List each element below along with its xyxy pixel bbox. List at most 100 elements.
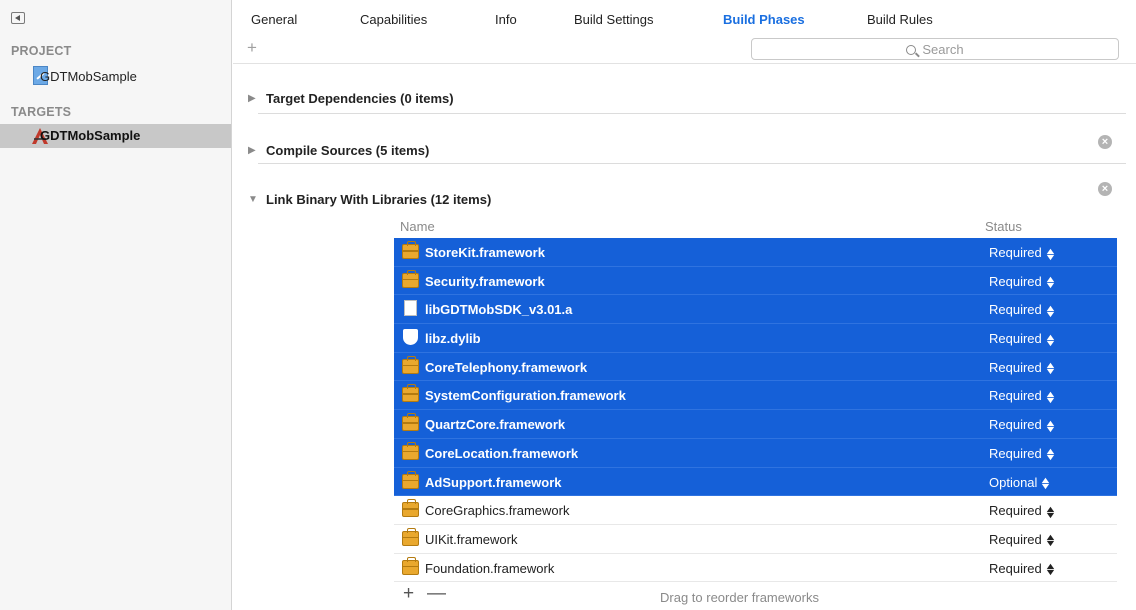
drag-hint-text: Drag to reorder frameworks xyxy=(660,590,819,605)
sidebar-toggle-icon[interactable] xyxy=(11,12,25,24)
framework-icon xyxy=(402,527,419,546)
phase-header[interactable]: ▼ Link Binary With Libraries (12 items) xyxy=(248,190,491,208)
status-popup[interactable]: Optional ▲ ▼ xyxy=(989,474,1053,492)
column-header-status[interactable]: Status xyxy=(985,219,1022,234)
status-popup[interactable]: Required ▲ ▼ xyxy=(989,445,1057,463)
framework-icon xyxy=(402,499,419,518)
tab-build-settings[interactable]: Build Settings xyxy=(574,12,654,27)
phase-title: Target Dependencies (0 items) xyxy=(266,90,454,106)
table-row[interactable]: libz.dylib Required ▲ ▼ xyxy=(394,324,1117,353)
target-item-label: GDTMobSample xyxy=(40,128,141,143)
project-item-label: GDTMobSample xyxy=(40,69,137,84)
tab-build-phases[interactable]: Build Phases xyxy=(723,12,805,27)
project-heading: PROJECT xyxy=(11,44,72,58)
table-row[interactable]: UIKit.framework Required ▲ ▼ xyxy=(394,525,1117,554)
status-value: Required xyxy=(989,302,1042,318)
up-down-chevron-icon: ▲ ▼ xyxy=(1043,417,1057,434)
framework-icon xyxy=(402,413,419,432)
status-popup[interactable]: Required ▲ ▼ xyxy=(989,245,1057,262)
add-build-phase-button[interactable]: + xyxy=(247,38,257,58)
library-name: CoreGraphics.framework xyxy=(425,503,570,519)
libraries-table: Name Status StoreKit.framework Required ▲ ▼… xyxy=(394,214,1117,583)
add-library-button[interactable]: + xyxy=(403,583,414,605)
table-header: Name Status xyxy=(394,214,1117,238)
phase-title: Link Binary With Libraries (12 items) xyxy=(266,191,492,207)
up-down-chevron-icon: ▲ ▼ xyxy=(1043,274,1057,291)
library-name: UIKit.framework xyxy=(425,531,518,547)
phase-header[interactable]: ▶ Compile Sources (5 items) xyxy=(248,141,429,159)
disclosure-triangle-expanded-icon[interactable]: ▼ xyxy=(248,194,266,205)
project-item[interactable]: GDTMobSample xyxy=(0,65,231,89)
divider xyxy=(258,113,1126,114)
disclosure-triangle-collapsed-icon[interactable]: ▶ xyxy=(248,93,266,104)
tab-build-rules[interactable]: Build Rules xyxy=(867,12,933,27)
up-down-chevron-icon: ▲ ▼ xyxy=(1043,532,1057,549)
remove-phase-icon[interactable]: × xyxy=(1098,135,1112,149)
status-popup[interactable]: Required ▲ ▼ xyxy=(989,531,1057,549)
tab-info[interactable]: Info xyxy=(495,12,517,27)
target-item[interactable]: GDTMobSample xyxy=(0,124,231,148)
table-row[interactable]: libGDTMobSDK_v3.01.a Required ▲ ▼ xyxy=(394,295,1117,325)
library-name: Security.framework xyxy=(425,273,545,289)
table-body: StoreKit.framework Required ▲ ▼ Security.fra… xyxy=(394,238,1117,583)
table-row[interactable]: AdSupport.framework Optional ▲ ▼ xyxy=(394,467,1117,497)
library-name: CoreLocation.framework xyxy=(425,445,579,461)
phase-header[interactable]: ▶ Target Dependencies (0 items) xyxy=(248,89,454,107)
library-name: AdSupport.framework xyxy=(425,474,562,490)
editor-tab-bar: General Capabilities Info Build Settings… xyxy=(233,0,1136,36)
status-popup[interactable]: Required ▲ ▼ xyxy=(989,302,1057,319)
dylib-shield-icon xyxy=(403,329,418,346)
table-row[interactable]: CoreLocation.framework Required ▲ ▼ xyxy=(394,438,1117,468)
phase-compile-sources: ▶ Compile Sources (5 items) × xyxy=(248,124,1126,174)
library-name: StoreKit.framework xyxy=(425,245,545,260)
status-value: Required xyxy=(989,245,1042,260)
search-field[interactable]: Search xyxy=(751,38,1119,60)
framework-icon xyxy=(402,384,419,403)
library-name: Foundation.framework xyxy=(425,560,555,576)
status-popup[interactable]: Required ▲ ▼ xyxy=(989,331,1056,347)
status-popup[interactable]: Required ▲ ▼ xyxy=(989,359,1056,376)
remove-phase-icon[interactable]: × xyxy=(1098,182,1112,196)
table-row[interactable]: QuartzCore.framework Required ▲ ▼ xyxy=(394,410,1117,439)
status-value: Required xyxy=(989,445,1042,461)
framework-icon xyxy=(402,241,419,259)
tab-capabilities[interactable]: Capabilities xyxy=(360,12,427,27)
table-row[interactable]: CoreGraphics.framework Required ▲ ▼ xyxy=(394,496,1117,525)
up-down-chevron-icon: ▲ ▼ xyxy=(1043,446,1057,463)
tab-general[interactable]: General xyxy=(251,12,297,27)
up-down-chevron-icon: ▲ ▼ xyxy=(1043,389,1057,405)
phases-toolbar: + Search xyxy=(233,36,1136,64)
column-header-name[interactable]: Name xyxy=(400,219,435,234)
status-popup[interactable]: Required ▲ ▼ xyxy=(989,560,1057,578)
status-value: Required xyxy=(989,560,1042,576)
disclosure-triangle-collapsed-icon[interactable]: ▶ xyxy=(248,145,266,156)
table-row[interactable]: Security.framework Required ▲ ▼ xyxy=(394,266,1117,296)
table-row[interactable]: StoreKit.framework Required ▲ ▼ xyxy=(394,238,1117,267)
framework-icon xyxy=(402,441,419,460)
up-down-chevron-icon: ▲ ▼ xyxy=(1039,475,1053,492)
libraries-footer: + — Drag to reorder frameworks xyxy=(394,582,1117,610)
library-name: libz.dylib xyxy=(425,331,481,347)
targets-heading: TARGETS xyxy=(11,105,72,119)
status-value: Required xyxy=(989,388,1042,404)
library-name: SystemConfiguration.framework xyxy=(425,388,626,404)
up-down-chevron-icon: ▲ ▼ xyxy=(1043,245,1057,262)
status-value: Optional xyxy=(989,474,1038,490)
up-down-chevron-icon: ▲ ▼ xyxy=(1043,503,1057,520)
phase-title: Compile Sources (5 items) xyxy=(266,142,430,158)
status-popup[interactable]: Required ▲ ▼ xyxy=(989,417,1057,434)
table-row[interactable]: SystemConfiguration.framework Required ▲ ▼ xyxy=(394,381,1117,411)
status-value: Required xyxy=(989,503,1042,519)
up-down-chevron-icon: ▲ ▼ xyxy=(1043,302,1057,319)
static-library-icon xyxy=(404,300,417,317)
table-row[interactable]: CoreTelephony.framework Required ▲ ▼ xyxy=(394,352,1117,382)
status-value: Required xyxy=(989,531,1042,547)
up-down-chevron-icon: ▲ ▼ xyxy=(1043,561,1057,578)
status-popup[interactable]: Required ▲ ▼ xyxy=(989,503,1057,520)
remove-library-button[interactable]: — xyxy=(427,583,446,605)
framework-icon xyxy=(402,470,419,489)
status-popup[interactable]: Required ▲ ▼ xyxy=(989,274,1057,291)
status-popup[interactable]: Required ▲ ▼ xyxy=(989,388,1057,405)
table-row[interactable]: Foundation.framework Required ▲ ▼ xyxy=(394,554,1117,583)
status-value: Required xyxy=(989,359,1042,375)
